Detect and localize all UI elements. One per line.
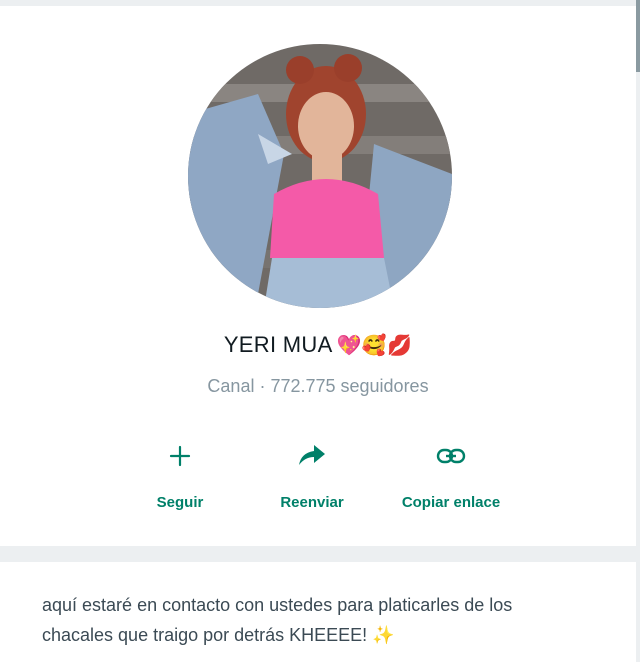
channel-name-emojis: 💖🥰💋: [336, 333, 413, 357]
copy-link-button[interactable]: Copiar enlace: [381, 438, 521, 511]
channel-profile-card: YERI MUA 💖🥰💋 Canal · 772.775 seguidores S…: [0, 6, 636, 546]
copy-link-label: Copiar enlace: [401, 494, 501, 511]
channel-name-row: YERI MUA 💖🥰💋: [0, 332, 636, 358]
avatar-photo: [188, 44, 452, 308]
follow-button[interactable]: Seguir: [110, 438, 250, 511]
section-divider: [0, 546, 640, 562]
forward-button[interactable]: Reenviar: [242, 438, 382, 511]
channel-description: aquí estaré en contacto con ustedes para…: [42, 595, 513, 645]
channel-actions: Seguir Reenviar Copiar enlace: [0, 438, 636, 528]
channel-meta: Canal · 772.775 seguidores: [207, 376, 429, 396]
link-icon: [381, 438, 521, 474]
forward-label: Reenviar: [280, 494, 344, 511]
channel-avatar[interactable]: [188, 44, 452, 308]
follow-label: Seguir: [156, 494, 204, 511]
scrollbar[interactable]: [636, 0, 640, 72]
channel-name: YERI MUA: [223, 332, 333, 357]
channel-description-card: aquí estaré en contacto con ustedes para…: [0, 562, 636, 662]
plus-icon: [110, 438, 250, 474]
forward-arrow-icon: [242, 438, 382, 474]
